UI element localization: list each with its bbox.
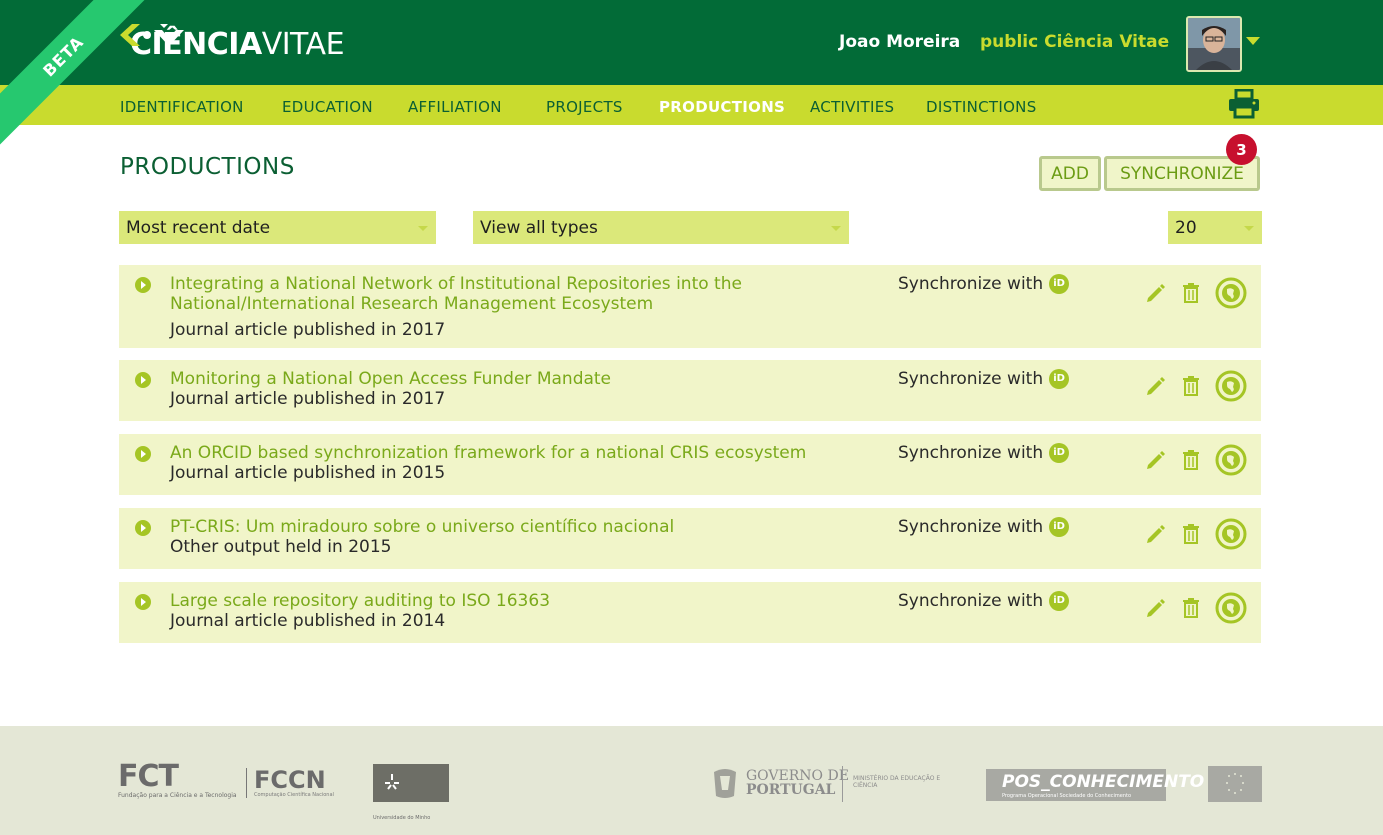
orcid-icon: iD (1049, 443, 1070, 463)
production-title[interactable]: Large scale repository auditing to ISO 1… (170, 591, 870, 611)
orcid-icon: iD (1049, 369, 1070, 389)
nav-distinctions[interactable]: DISTINCTIONS (926, 98, 1037, 116)
per-page-value: 20 (1175, 217, 1197, 238)
orcid-icon: iD (1049, 591, 1070, 611)
synchronize-with-orcid[interactable]: Synchronize with iD (898, 591, 1070, 611)
globe-icon[interactable] (1215, 370, 1247, 402)
production-row: PT-CRIS: Um miradouro sobre o universo c… (119, 508, 1261, 569)
print-icon[interactable] (1228, 88, 1260, 119)
nav-affiliation[interactable]: AFFILIATION (408, 98, 502, 116)
production-title[interactable]: Integrating a National Network of Instit… (170, 274, 870, 314)
trash-icon[interactable] (1182, 523, 1200, 545)
user-menu-caret-icon[interactable] (1246, 37, 1260, 45)
chevron-down-icon (1244, 226, 1254, 231)
production-title[interactable]: Monitoring a National Open Access Funder… (170, 369, 870, 389)
synchronize-with-orcid[interactable]: Synchronize with iD (898, 369, 1070, 389)
page-title: PRODUCTIONS (120, 154, 295, 180)
sync-count-badge: 3 (1226, 134, 1257, 165)
section-nav: IDENTIFICATION EDUCATION AFFILIATION PRO… (0, 85, 1383, 125)
governo-line2: PORTUGAL (746, 782, 836, 798)
trash-icon[interactable] (1182, 597, 1200, 619)
production-subtitle: Journal article published in 2015 (170, 463, 446, 483)
sync-label: Synchronize with (898, 443, 1044, 463)
per-page-select[interactable]: 20 (1168, 211, 1262, 244)
chevron-down-icon (831, 226, 841, 231)
trash-icon[interactable] (1182, 449, 1200, 471)
edit-icon[interactable] (1145, 449, 1167, 471)
production-title[interactable]: PT-CRIS: Um miradouro sobre o universo c… (170, 517, 870, 537)
sync-label: Synchronize with (898, 369, 1044, 389)
production-subtitle: Other output held in 2015 (170, 537, 392, 557)
pos-conhecimento-logo[interactable]: POS_CONHECIMENTO Programa Operacional So… (986, 769, 1204, 801)
ministry-label: MINISTÉRIO DA EDUCAÇÃO E CIÊNCIA (842, 766, 952, 802)
edit-icon[interactable] (1145, 597, 1167, 619)
play-bullet-icon[interactable] (135, 446, 151, 462)
nav-identification[interactable]: IDENTIFICATION (120, 98, 244, 116)
production-subtitle: Journal article published in 2017 (170, 320, 446, 340)
edit-icon[interactable] (1145, 375, 1167, 397)
governo-portugal-logo[interactable]: GOVERNO DE PORTUGAL (746, 769, 849, 797)
orcid-icon: iD (1049, 274, 1070, 294)
sync-label: Synchronize with (898, 591, 1044, 611)
play-bullet-icon[interactable] (135, 372, 151, 388)
play-bullet-icon[interactable] (135, 520, 151, 536)
public-profile-link[interactable]: public Ciência Vitae (980, 32, 1169, 52)
nav-productions[interactable]: PRODUCTIONS (659, 98, 785, 116)
fccn-logo-subtext: Computação Científica Nacional (254, 792, 334, 798)
orcid-icon: iD (1049, 517, 1070, 537)
user-name[interactable]: Joao Moreira (839, 32, 960, 52)
sync-label: Synchronize with (898, 274, 1044, 294)
play-bullet-icon[interactable] (135, 277, 151, 293)
ciencia-vitae-logo[interactable]: CIÊNCIAVITAE (120, 22, 345, 62)
production-subtitle: Journal article published in 2014 (170, 611, 446, 631)
production-row: Monitoring a National Open Access Funder… (119, 360, 1261, 421)
globe-icon[interactable] (1215, 444, 1247, 476)
portugal-emblem-icon (710, 766, 740, 800)
edit-icon[interactable] (1145, 523, 1167, 545)
fct-logo-subtext: Fundação para a Ciência e a Tecnologia (118, 792, 237, 799)
logo-text-light: VITAE (261, 26, 345, 62)
globe-icon[interactable] (1215, 277, 1247, 309)
type-select[interactable]: View all types (473, 211, 849, 244)
top-header: CIÊNCIAVITAE Joao Moreira public Ciência… (0, 0, 1383, 85)
pos-logo-subtext: Programa Operacional Sociedade do Conhec… (1002, 793, 1132, 799)
nav-education[interactable]: EDUCATION (282, 98, 373, 116)
synchronize-with-orcid[interactable]: Synchronize with iD (898, 517, 1070, 537)
trash-icon[interactable] (1182, 282, 1200, 304)
add-button[interactable]: ADD (1039, 156, 1101, 191)
chevron-down-icon (418, 226, 428, 231)
fccn-logo[interactable]: FCCN Computação Científica Nacional (246, 768, 334, 798)
pos-logo-text: POS_CONHECIMENTO (1002, 772, 1205, 792)
production-subtitle: Journal article published in 2017 (170, 389, 446, 409)
nav-activities[interactable]: ACTIVITIES (810, 98, 894, 116)
uminho-logo[interactable] (373, 764, 449, 802)
avatar[interactable] (1186, 16, 1242, 72)
sort-select[interactable]: Most recent date (119, 211, 436, 244)
type-select-value: View all types (480, 217, 598, 238)
footer: FCT Fundação para a Ciência e a Tecnolog… (0, 726, 1383, 835)
synchronize-with-orcid[interactable]: Synchronize with iD (898, 274, 1070, 294)
trash-icon[interactable] (1182, 375, 1200, 397)
logo-mark-icon (120, 22, 186, 62)
governo-line1: GOVERNO DE (746, 768, 849, 784)
sort-select-value: Most recent date (126, 217, 271, 238)
eu-flag-logo[interactable] (1208, 766, 1262, 802)
edit-icon[interactable] (1145, 282, 1167, 304)
production-row: Large scale repository auditing to ISO 1… (119, 582, 1261, 643)
globe-icon[interactable] (1215, 518, 1247, 550)
globe-icon[interactable] (1215, 592, 1247, 624)
fct-logo-text: FCT (118, 759, 179, 794)
production-row: An ORCID based synchronization framework… (119, 434, 1261, 495)
play-bullet-icon[interactable] (135, 594, 151, 610)
uminho-logo-text: Universidade do Minho (373, 815, 431, 821)
nav-projects[interactable]: PROJECTS (546, 98, 623, 116)
production-title[interactable]: An ORCID based synchronization framework… (170, 443, 870, 463)
production-row: Integrating a National Network of Instit… (119, 265, 1261, 348)
fccn-logo-text: FCCN (254, 766, 326, 794)
synchronize-with-orcid[interactable]: Synchronize with iD (898, 443, 1070, 463)
fct-logo[interactable]: FCT Fundação para a Ciência e a Tecnolog… (118, 759, 237, 800)
sync-label: Synchronize with (898, 517, 1044, 537)
